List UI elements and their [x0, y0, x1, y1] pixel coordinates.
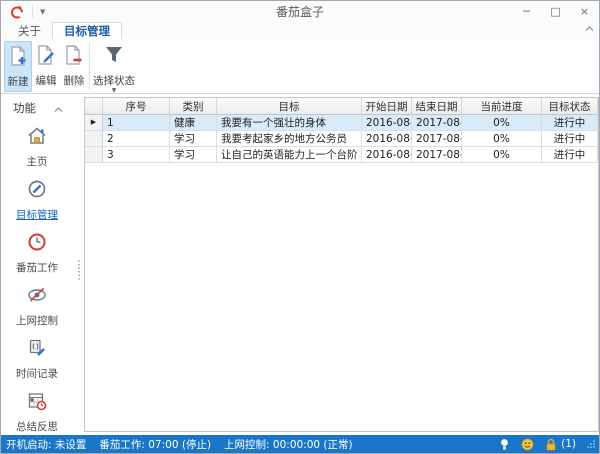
ribbon-group-goal: 新建 编辑 删除 — [1, 39, 88, 107]
cell-status[interactable]: 进行中 — [542, 131, 598, 147]
sidebar-collapse-icon[interactable] — [54, 98, 63, 117]
cell-start-date[interactable]: 2016-08-21 — [362, 115, 412, 131]
grid-panel: 序号 类别 目标 开始日期 结束日期 当前进度 目标状态 ▶ 1 健康 我要有一… — [84, 94, 599, 435]
sidebar-item-tomato-work[interactable]: 番茄工作 — [16, 231, 58, 275]
title-bar: ▼ 番茄盒子 ─ □ × — [1, 1, 599, 22]
cell-goal[interactable]: 我要考起家乡的地方公务员 — [217, 131, 362, 147]
sidebar-splitter-handle[interactable] — [77, 259, 81, 285]
status-bar: 开机启动: 未设置 番茄工作: 07:00 (停止) 上网控制: 00:00:0… — [1, 435, 599, 453]
column-header-status[interactable]: 目标状态 — [542, 98, 598, 115]
dropdown-caret-icon: ▼ — [111, 87, 117, 94]
cell-status[interactable]: 进行中 — [542, 147, 598, 163]
cell-seq[interactable]: 1 — [103, 115, 170, 131]
sidebar-item-internet-control[interactable]: 上网控制 — [16, 284, 58, 328]
current-row-marker-icon: ▶ — [90, 118, 97, 126]
row-selector-cell[interactable] — [85, 131, 103, 147]
select-status-button[interactable]: 选择状态 ▼ — [91, 41, 137, 95]
column-header-category[interactable]: 类别 — [170, 98, 217, 115]
table-header-row: 序号 类别 目标 开始日期 结束日期 当前进度 目标状态 — [85, 98, 598, 115]
cell-progress[interactable]: 0% — [462, 115, 542, 131]
column-header-start-date[interactable]: 开始日期 — [362, 98, 412, 115]
cell-start-date[interactable]: 2016-08-21 — [362, 147, 412, 163]
cell-end-date[interactable]: 2017-08-21 — [412, 147, 462, 163]
lock-icon[interactable] — [545, 438, 557, 451]
status-tomato-work: 番茄工作: 07:00 (停止) — [99, 438, 212, 451]
sidebar-header-label: 功能 — [13, 100, 36, 115]
column-header-seq[interactable]: 序号 — [103, 98, 170, 115]
cell-seq[interactable]: 2 — [103, 131, 170, 147]
column-header-progress[interactable]: 当前进度 — [462, 98, 542, 115]
new-document-icon — [7, 45, 29, 71]
cell-end-date[interactable]: 2017-08-21 — [412, 131, 462, 147]
ribbon-group-divider — [89, 42, 90, 90]
sidebar-item-goal-management[interactable]: 目标管理 — [16, 178, 58, 222]
cell-start-date[interactable]: 2016-08-21 — [362, 131, 412, 147]
cell-seq[interactable]: 3 — [103, 147, 170, 163]
app-logo-tomato-icon — [10, 5, 24, 19]
ribbon-group-list: 选择状态 ▼ 列表 — [91, 39, 137, 110]
new-button[interactable]: 新建 — [4, 41, 32, 92]
status-internet-control: 上网控制: 00:00:00 (正常) — [224, 438, 353, 451]
column-header-end-date[interactable]: 结束日期 — [412, 98, 462, 115]
cell-progress[interactable]: 0% — [462, 131, 542, 147]
smiley-face-icon[interactable] — [521, 438, 534, 451]
home-icon — [26, 125, 48, 151]
cell-goal[interactable]: 我要有一个强壮的身体 — [217, 115, 362, 131]
cell-goal[interactable]: 让自己的英语能力上一个台阶 — [217, 147, 362, 163]
window-title: 番茄盒子 — [275, 5, 324, 19]
quick-access-toolbar: ▼ — [1, 5, 48, 19]
tab-about[interactable]: 关于 — [7, 22, 52, 39]
header-selector-cell — [85, 98, 103, 115]
divider — [32, 5, 33, 18]
sidebar-header: 功能 — [1, 94, 84, 119]
delete-button[interactable]: 删除 — [60, 41, 88, 90]
filter-funnel-icon — [103, 44, 125, 70]
ribbon: 新建 编辑 删除 选择状态 ▼ — [1, 39, 599, 110]
calendar-review-icon — [26, 390, 48, 416]
ribbon-tab-bar: 关于 目标管理 — [1, 22, 599, 39]
time-record-icon — [26, 337, 48, 363]
ribbon-collapse-icon[interactable] — [585, 17, 594, 36]
edit-button[interactable]: 编辑 — [32, 41, 60, 90]
maximize-button[interactable]: □ — [541, 1, 570, 22]
table-row[interactable]: 2 学习 我要考起家乡的地方公务员 2016-08-21 2017-08-21 … — [85, 131, 598, 147]
status-startup: 开机启动: 未设置 — [6, 438, 87, 451]
tomato-clock-icon — [26, 231, 48, 257]
lightbulb-icon[interactable] — [499, 438, 510, 451]
table-row[interactable]: ▶ 1 健康 我要有一个强壮的身体 2016-08-21 2017-08-21 … — [85, 115, 598, 131]
eye-slash-icon — [26, 284, 48, 310]
qat-dropdown-icon[interactable]: ▼ — [37, 8, 48, 16]
edit-document-icon — [35, 44, 57, 70]
sidebar-item-home[interactable]: 主页 — [26, 125, 48, 169]
cell-category[interactable]: 学习 — [170, 147, 217, 163]
sidebar: 功能 主页 目标管理 番茄工作 上网控制 时间记录 总结反思 — [1, 94, 84, 435]
table-row[interactable]: 3 学习 让自己的英语能力上一个台阶 2016-08-21 2017-08-21… — [85, 147, 598, 163]
sidebar-item-time-record[interactable]: 时间记录 — [16, 337, 58, 381]
cell-progress[interactable]: 0% — [462, 147, 542, 163]
minimize-button[interactable]: ─ — [512, 1, 541, 22]
delete-document-icon — [63, 44, 85, 70]
goals-table: 序号 类别 目标 开始日期 结束日期 当前进度 目标状态 ▶ 1 健康 我要有一… — [84, 97, 599, 432]
sidebar-item-summary-review[interactable]: 总结反思 — [16, 390, 58, 434]
cell-category[interactable]: 学习 — [170, 131, 217, 147]
cell-status[interactable]: 进行中 — [542, 115, 598, 131]
row-selector-cell[interactable]: ▶ — [85, 115, 103, 131]
app-window: ▼ 番茄盒子 ─ □ × 关于 目标管理 新建 编辑 删除 选择状态 ▼ 功能 … — [0, 0, 600, 454]
cell-end-date[interactable]: 2017-08-21 — [412, 115, 462, 131]
lock-count: (1) — [561, 438, 576, 450]
compass-icon — [26, 178, 48, 204]
row-selector-cell[interactable] — [85, 147, 103, 163]
column-header-goal[interactable]: 目标 — [217, 98, 362, 115]
tab-goal-management[interactable]: 目标管理 — [52, 22, 122, 39]
cell-category[interactable]: 健康 — [170, 115, 217, 131]
resize-grip[interactable] — [587, 440, 595, 448]
main-content: 功能 主页 目标管理 番茄工作 上网控制 时间记录 总结反思 序号 类别 目标 … — [1, 94, 599, 435]
